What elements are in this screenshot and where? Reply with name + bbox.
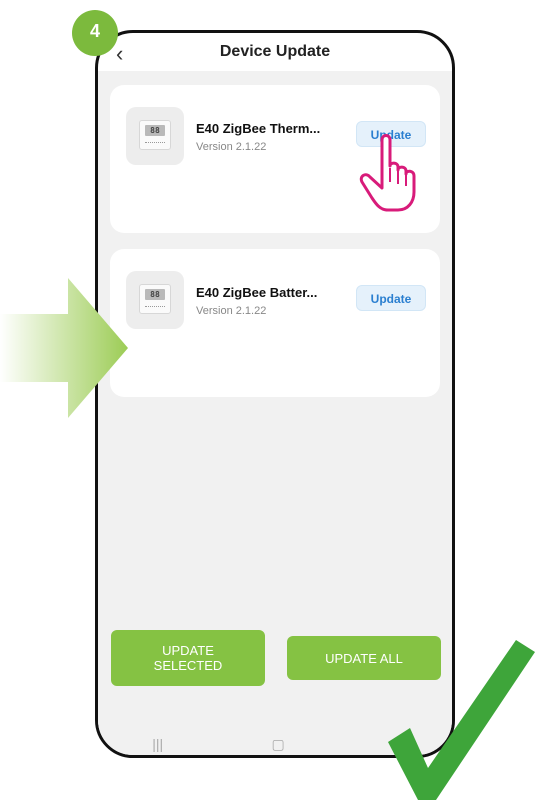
thermostat-screen: 88 <box>145 125 165 136</box>
step-number-badge: 4 <box>72 10 118 56</box>
checkmark-icon <box>388 640 535 800</box>
hand-pointer-icon <box>359 134 416 212</box>
device-name: E40 ZigBee Batter... <box>196 285 318 300</box>
update-selected-button[interactable]: UPDATE SELECTED <box>111 630 265 686</box>
device-card[interactable]: 88 E40 ZigBee Batter... Version 2.1.22 U… <box>110 249 440 397</box>
right-arrow-icon <box>0 278 128 418</box>
thermostat-icon: 88 <box>139 284 171 314</box>
device-name: E40 ZigBee Therm... <box>196 121 321 136</box>
device-thumbnail: 88 <box>126 271 184 329</box>
home-icon[interactable]: ▢ <box>272 736 285 753</box>
device-version: Version 2.1.22 <box>196 141 267 153</box>
page-title: Device Update <box>219 43 331 60</box>
thermostat-icon: 88 <box>139 120 171 150</box>
device-thumbnail: 88 <box>126 107 184 165</box>
update-button[interactable]: Update <box>356 285 426 311</box>
recent-apps-icon[interactable]: ||| <box>152 736 163 752</box>
thermostat-screen: 88 <box>145 289 165 300</box>
device-version: Version 2.1.22 <box>196 305 267 317</box>
